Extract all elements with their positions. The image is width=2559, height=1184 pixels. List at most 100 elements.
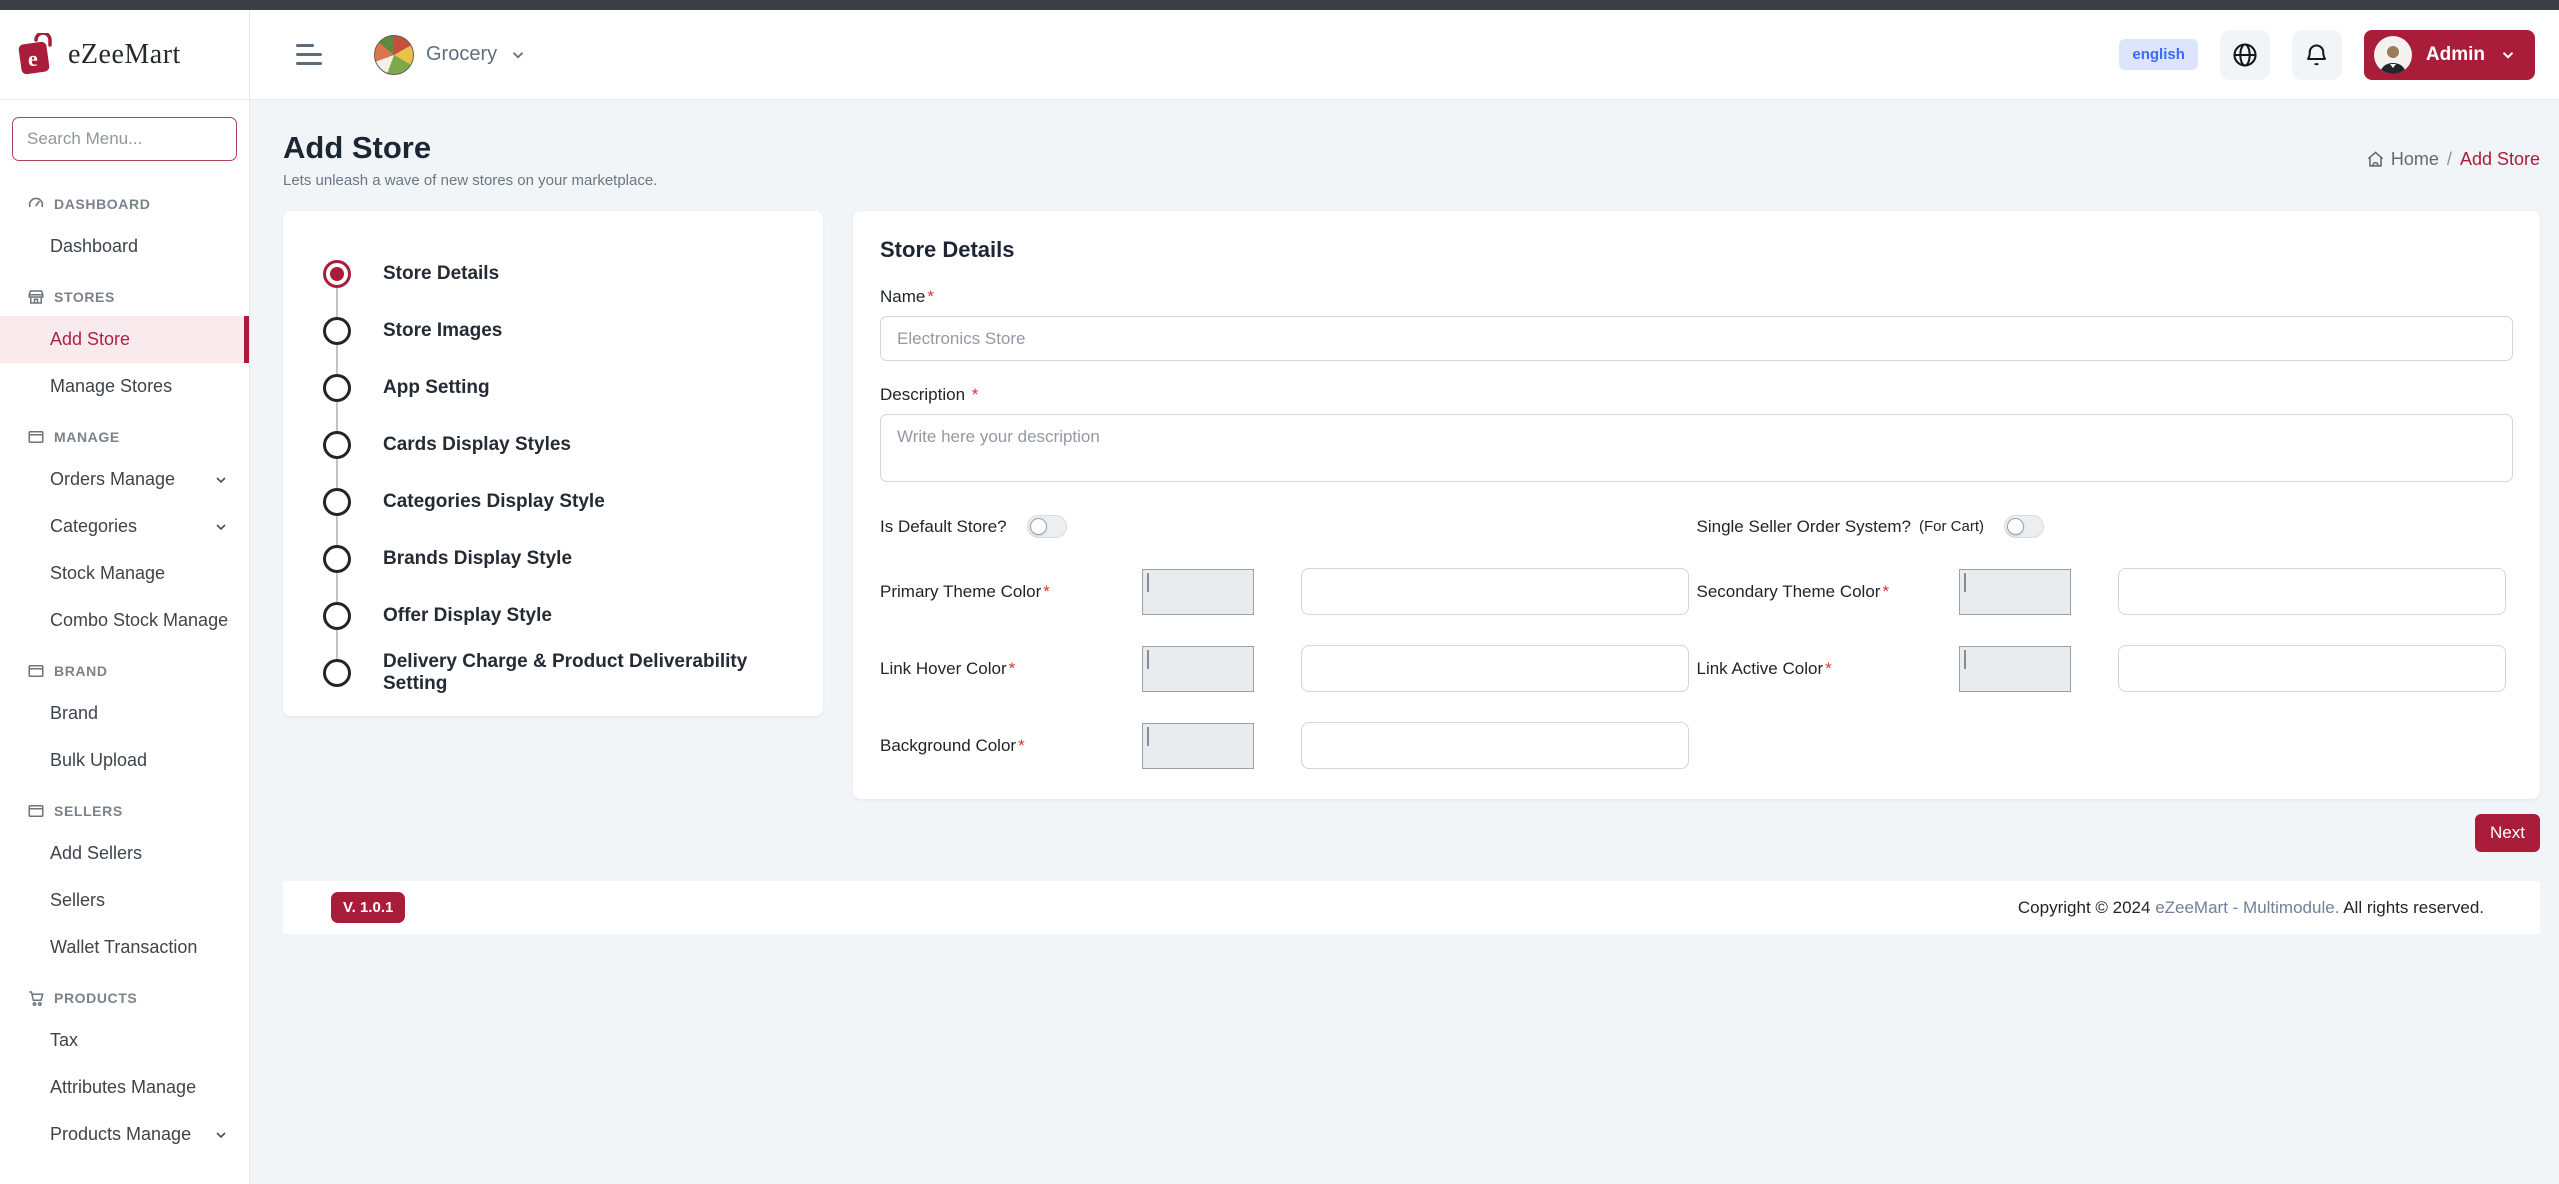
color-fill — [1147, 649, 1149, 669]
app-root: e eZeeMart DASHBOARD Dashboard — [0, 10, 2559, 1184]
section-brand: BRAND — [0, 644, 249, 690]
sidebar-item-tax[interactable]: Tax — [0, 1017, 249, 1064]
sidebar-item-categories[interactable]: Categories — [0, 503, 249, 550]
stepper-step-categories-display-style[interactable]: Categories Display Style — [323, 473, 803, 545]
link-hover-color-swatch[interactable] — [1142, 645, 1254, 692]
wizard-stepper: Store Details Store Images App Setting C… — [283, 211, 823, 716]
store-description-textarea[interactable] — [880, 414, 2513, 482]
primary-theme-color-label: Primary Theme Color * — [880, 581, 1050, 601]
primary-theme-color-swatch[interactable] — [1142, 568, 1254, 615]
chevron-down-icon — [2499, 46, 2517, 64]
link-hover-color-input[interactable] — [1301, 645, 1689, 692]
sidebar-item-manage-stores[interactable]: Manage Stores — [0, 363, 249, 410]
stepper-step-store-details[interactable]: Store Details — [323, 245, 803, 317]
brand[interactable]: e eZeeMart — [0, 10, 249, 100]
required-mark: * — [971, 385, 979, 404]
copyright-link[interactable]: eZeeMart - Multimodule. — [2155, 898, 2339, 917]
grocery-store-avatar — [374, 34, 414, 75]
section-stores: STORES — [0, 270, 249, 316]
radio-icon[interactable] — [323, 316, 351, 345]
radio-icon[interactable] — [323, 430, 351, 459]
name-label: Name * — [880, 287, 934, 306]
radio-icon[interactable] — [323, 373, 351, 402]
chevron-down-icon — [213, 1127, 229, 1143]
home-icon — [2366, 150, 2385, 169]
secondary-theme-color-swatch[interactable] — [1958, 568, 2071, 615]
sidebar-item-brand[interactable]: Brand — [0, 690, 249, 737]
brand-name: eZeeMart — [68, 38, 181, 70]
chevron-down-icon — [509, 46, 527, 64]
sidebar-item-dashboard[interactable]: Dashboard — [0, 223, 249, 270]
is-default-store-toggle[interactable] — [1026, 515, 1067, 538]
stepper-step-brands-display-style[interactable]: Brands Display Style — [323, 530, 803, 602]
top-header: Grocery english Admin — [250, 10, 2559, 100]
hamburger-menu-icon[interactable] — [290, 38, 328, 71]
copyright-text: Copyright © 2024 eZeeMart - Multimodule.… — [2017, 897, 2484, 917]
color-fill — [1147, 726, 1149, 746]
radio-icon[interactable] — [323, 544, 351, 573]
link-active-color-input[interactable] — [2117, 645, 2506, 692]
window-icon — [27, 662, 45, 680]
single-seller-suffix: (For Cart) — [1918, 518, 1984, 535]
required-mark: * — [927, 287, 934, 306]
primary-theme-color-input[interactable] — [1301, 568, 1689, 615]
sidebar-item-add-store[interactable]: Add Store — [0, 316, 249, 363]
radio-selected-icon[interactable] — [323, 259, 351, 288]
secondary-theme-color-input[interactable] — [2117, 568, 2506, 615]
globe-icon — [2231, 41, 2259, 69]
language-globe-button[interactable] — [2219, 29, 2270, 80]
stepper-step-app-setting[interactable]: App Setting — [323, 359, 803, 431]
link-active-color-label: Link Active Color * — [1696, 658, 1832, 678]
single-seller-toggle[interactable] — [2003, 515, 2044, 538]
radio-icon[interactable] — [323, 487, 351, 516]
search-menu-input[interactable] — [12, 117, 237, 161]
notifications-button[interactable] — [2291, 29, 2342, 80]
sidebar-item-orders-manage[interactable]: Orders Manage — [0, 456, 249, 503]
store-icon — [27, 288, 45, 306]
toggle-knob — [1029, 518, 1047, 535]
store-name-input[interactable] — [880, 316, 2513, 361]
window-icon — [27, 802, 45, 820]
stepper-step-cards-display-styles[interactable]: Cards Display Styles — [323, 416, 803, 488]
svg-text:e: e — [28, 46, 38, 71]
sidebar-item-combo-stock-manage[interactable]: Combo Stock Manage — [0, 597, 249, 644]
next-button[interactable]: Next — [2475, 814, 2540, 852]
stepper-step-store-images[interactable]: Store Images — [323, 302, 803, 374]
admin-menu-button[interactable]: Admin — [2363, 29, 2535, 80]
sidebar-item-attributes-manage[interactable]: Attributes Manage — [0, 1064, 249, 1111]
admin-label: Admin — [2425, 43, 2485, 65]
sidebar-item-add-sellers[interactable]: Add Sellers — [0, 830, 249, 877]
sidebar-item-bulk-upload[interactable]: Bulk Upload — [0, 737, 249, 784]
form-heading: Store Details — [880, 237, 1015, 262]
page-subtitle: Lets unleash a wave of new stores on you… — [283, 172, 658, 189]
breadcrumb-current: Add Store — [2459, 149, 2540, 169]
sidebar-item-sellers[interactable]: Sellers — [0, 877, 249, 924]
section-products: PRODUCTS — [0, 971, 249, 1017]
radio-icon[interactable] — [323, 658, 351, 687]
language-badge[interactable]: english — [2119, 39, 2198, 70]
sidebar-item-products-manage[interactable]: Products Manage — [0, 1111, 249, 1158]
sidebar-item-wallet-transaction[interactable]: Wallet Transaction — [0, 924, 249, 971]
version-badge: V. 1.0.1 — [331, 892, 406, 923]
link-hover-color-label: Link Hover Color * — [880, 658, 1016, 678]
admin-avatar — [2373, 35, 2412, 74]
background-color-input[interactable] — [1301, 722, 1689, 769]
bell-icon — [2303, 41, 2330, 68]
color-fill — [1963, 649, 1966, 669]
breadcrumb-home[interactable]: Home — [2366, 149, 2439, 170]
sidebar-item-stock-manage[interactable]: Stock Manage — [0, 550, 249, 597]
secondary-theme-color-label: Secondary Theme Color * — [1696, 581, 1890, 601]
section-manage: MANAGE — [0, 410, 249, 456]
main-area: Grocery english Admin Add Store Lets unl… — [250, 10, 2559, 1184]
link-active-color-swatch[interactable] — [1958, 645, 2071, 692]
stepper-step-delivery-charge[interactable]: Delivery Charge & Product Deliverability… — [323, 644, 803, 701]
sidebar: e eZeeMart DASHBOARD Dashboard — [0, 10, 250, 1184]
radio-icon[interactable] — [323, 601, 351, 630]
background-color-swatch[interactable] — [1142, 722, 1254, 769]
store-details-form: Store Details Name* Description * Is Def… — [853, 211, 2540, 799]
cart-icon — [27, 989, 45, 1007]
store-switcher[interactable]: Grocery — [374, 34, 527, 75]
sidebar-nav: DASHBOARD Dashboard STORES Add Store Man… — [0, 167, 249, 1158]
single-seller-label: Single Seller Order System? — [1696, 516, 1911, 536]
stepper-step-offer-display-style[interactable]: Offer Display Style — [323, 587, 803, 659]
